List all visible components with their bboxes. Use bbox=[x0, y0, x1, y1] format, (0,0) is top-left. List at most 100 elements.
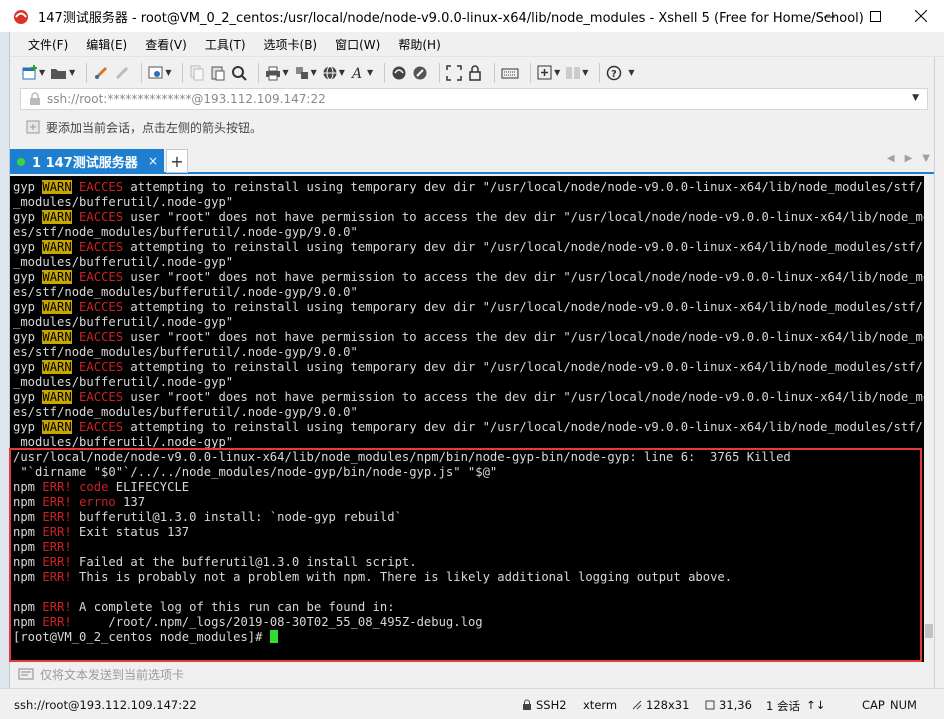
menu-tabs[interactable]: 选项卡(B) bbox=[262, 34, 320, 55]
address-dropdown-button[interactable]: ▼ bbox=[912, 93, 919, 103]
protocol-text: SSH2 bbox=[536, 698, 567, 712]
menu-view[interactable]: 查看(V) bbox=[143, 34, 189, 55]
menu-help[interactable]: 帮助(H) bbox=[396, 34, 442, 55]
tab-label: 1 147测试服务器 bbox=[32, 156, 138, 171]
lock-button[interactable] bbox=[467, 61, 483, 85]
keyboard-button[interactable] bbox=[501, 61, 519, 85]
connect-icon bbox=[95, 66, 108, 79]
close-window-button[interactable] bbox=[898, 0, 944, 32]
npm-err-tag: ERR! bbox=[42, 540, 72, 554]
copy-icon bbox=[190, 65, 204, 80]
warn-badge: WARN bbox=[42, 210, 72, 224]
terminal-line: gyp WARN EACCES user "root" does not hav… bbox=[13, 270, 924, 285]
cursor-pos-text: 31,36 bbox=[719, 698, 752, 712]
terminal-output[interactable]: gyp WARN EACCES attempting to reinstall … bbox=[10, 176, 924, 662]
menu-window[interactable]: 窗口(W) bbox=[333, 34, 382, 55]
xmanager-button[interactable] bbox=[412, 61, 428, 85]
compose-menu-icon[interactable] bbox=[18, 667, 34, 681]
reconnect-button[interactable] bbox=[93, 61, 109, 85]
npm-prefix: npm bbox=[13, 510, 43, 524]
tab-147-server[interactable]: 1 147测试服务器 × bbox=[10, 149, 164, 174]
toolbar-separator bbox=[439, 62, 441, 83]
npm-err-tag: ERR! bbox=[42, 555, 72, 569]
title-bar: 147测试服务器 - root@VM_0_2_centos:/usr/local… bbox=[0, 0, 944, 32]
toolbar-more-button[interactable]: ▼ bbox=[627, 61, 634, 85]
copy-button[interactable] bbox=[189, 61, 205, 85]
npm-err-tag: ERR! bbox=[42, 510, 72, 524]
npm-err-keyword: errno bbox=[79, 495, 116, 509]
npm-prefix: npm bbox=[13, 495, 43, 509]
gyp-prefix: gyp bbox=[13, 390, 43, 404]
open-session-button[interactable]: ▼ bbox=[50, 61, 75, 85]
help-button[interactable]: ? bbox=[606, 61, 622, 85]
npm-prefix: npm bbox=[13, 540, 43, 554]
warn-message-continued: _modules/bufferutil/.node-gyp" bbox=[13, 195, 234, 209]
terminal-line: gyp WARN EACCES attempting to reinstall … bbox=[13, 360, 924, 375]
status-bar: ssh://root@193.112.109.147:22 SSH2 xterm… bbox=[0, 688, 944, 719]
minimize-button[interactable] bbox=[806, 0, 852, 32]
layout-button[interactable]: ▼ bbox=[565, 61, 588, 85]
error-code: EACCES bbox=[71, 360, 124, 374]
terminal-line: npm ERR! A complete log of this run can … bbox=[13, 600, 924, 615]
error-code: EACCES bbox=[71, 270, 124, 284]
tab-list-icon[interactable]: ▼ bbox=[922, 153, 930, 164]
new-tab-button[interactable]: ▼ bbox=[537, 61, 560, 85]
npm-prefix: npm bbox=[13, 525, 43, 539]
scrollbar-thumb[interactable] bbox=[925, 624, 933, 638]
fullscreen-icon bbox=[446, 64, 462, 81]
compose-bar[interactable]: 仅将文本发送到当前选项卡 bbox=[10, 662, 934, 686]
find-button[interactable] bbox=[231, 61, 248, 85]
lock-icon bbox=[469, 64, 481, 81]
toolbar-separator bbox=[530, 62, 532, 83]
tab-prev-icon[interactable]: ◀ bbox=[887, 153, 895, 164]
add-tab-button[interactable]: + bbox=[166, 149, 188, 173]
warn-badge: WARN bbox=[42, 360, 72, 374]
terminal-line: /usr/local/node/node-v9.0.0-linux-x64/li… bbox=[13, 450, 924, 465]
disconnect-button[interactable] bbox=[114, 61, 130, 85]
arrow-up-icon: ↑ bbox=[806, 698, 816, 712]
terminal-line: gyp WARN EACCES attempting to reinstall … bbox=[13, 300, 924, 315]
terminal-line: gyp WARN EACCES user "root" does not hav… bbox=[13, 390, 924, 405]
status-num: NUM bbox=[890, 698, 917, 712]
transfer-button[interactable]: ▼ bbox=[294, 61, 317, 85]
terminal-line: _modules/bufferutil/.node-gyp" bbox=[13, 255, 924, 270]
terminal-line: npm ERR! code ELIFECYCLE bbox=[13, 480, 924, 495]
warn-message: attempting to reinstall using temporary … bbox=[123, 180, 924, 194]
terminal-line: _modules/bufferutil/.node-gyp" bbox=[13, 315, 924, 330]
paste-icon bbox=[211, 66, 225, 80]
npm-err-message: Failed at the bufferutil@1.3.0 install s… bbox=[71, 555, 417, 569]
maximize-button[interactable] bbox=[852, 0, 898, 32]
npm-prefix: npm bbox=[13, 615, 43, 629]
menu-tools[interactable]: 工具(T) bbox=[203, 34, 248, 55]
tab-close-button[interactable]: × bbox=[148, 154, 158, 168]
fullscreen-button[interactable] bbox=[446, 61, 462, 85]
error-code: EACCES bbox=[71, 210, 124, 224]
terminal-line: _modules/bufferutil/.node-gyp" bbox=[13, 435, 924, 450]
print-button[interactable]: ▼ bbox=[265, 61, 289, 85]
menu-file[interactable]: 文件(F) bbox=[26, 34, 70, 55]
session-bar-icon[interactable] bbox=[26, 120, 40, 134]
address-bar[interactable]: ssh://root:**************@193.112.109.14… bbox=[20, 88, 928, 110]
address-value: ssh://root:**************@193.112.109.14… bbox=[47, 92, 326, 106]
resize-icon bbox=[632, 700, 642, 710]
killed-message-continued: "`dirname "$0"`/../../node_modules/node-… bbox=[13, 465, 498, 479]
terminal-scrollbar[interactable] bbox=[924, 176, 934, 662]
warn-badge: WARN bbox=[42, 300, 72, 314]
paste-button[interactable] bbox=[210, 61, 226, 85]
properties-button[interactable]: ▼ bbox=[148, 61, 171, 85]
warn-message-continued: es/stf/node_modules/bufferutil/.node-gyp… bbox=[13, 225, 358, 239]
warn-badge: WARN bbox=[42, 420, 72, 434]
tab-next-icon[interactable]: ▶ bbox=[905, 153, 913, 164]
terminal-line: npm ERR! errno 137 bbox=[13, 495, 924, 510]
new-session-button[interactable]: ▼ bbox=[22, 61, 45, 85]
encoding-button[interactable]: ▼ bbox=[322, 61, 345, 85]
lock-icon bbox=[523, 699, 531, 710]
gyp-prefix: gyp bbox=[13, 360, 43, 374]
xftp-button[interactable] bbox=[391, 61, 407, 85]
font-button[interactable]: A ▼ bbox=[350, 61, 373, 85]
menu-edit[interactable]: 编辑(E) bbox=[84, 34, 129, 55]
gyp-prefix: gyp bbox=[13, 300, 43, 314]
warn-badge: WARN bbox=[42, 270, 72, 284]
terminal-text: gyp WARN EACCES attempting to reinstall … bbox=[13, 180, 924, 645]
